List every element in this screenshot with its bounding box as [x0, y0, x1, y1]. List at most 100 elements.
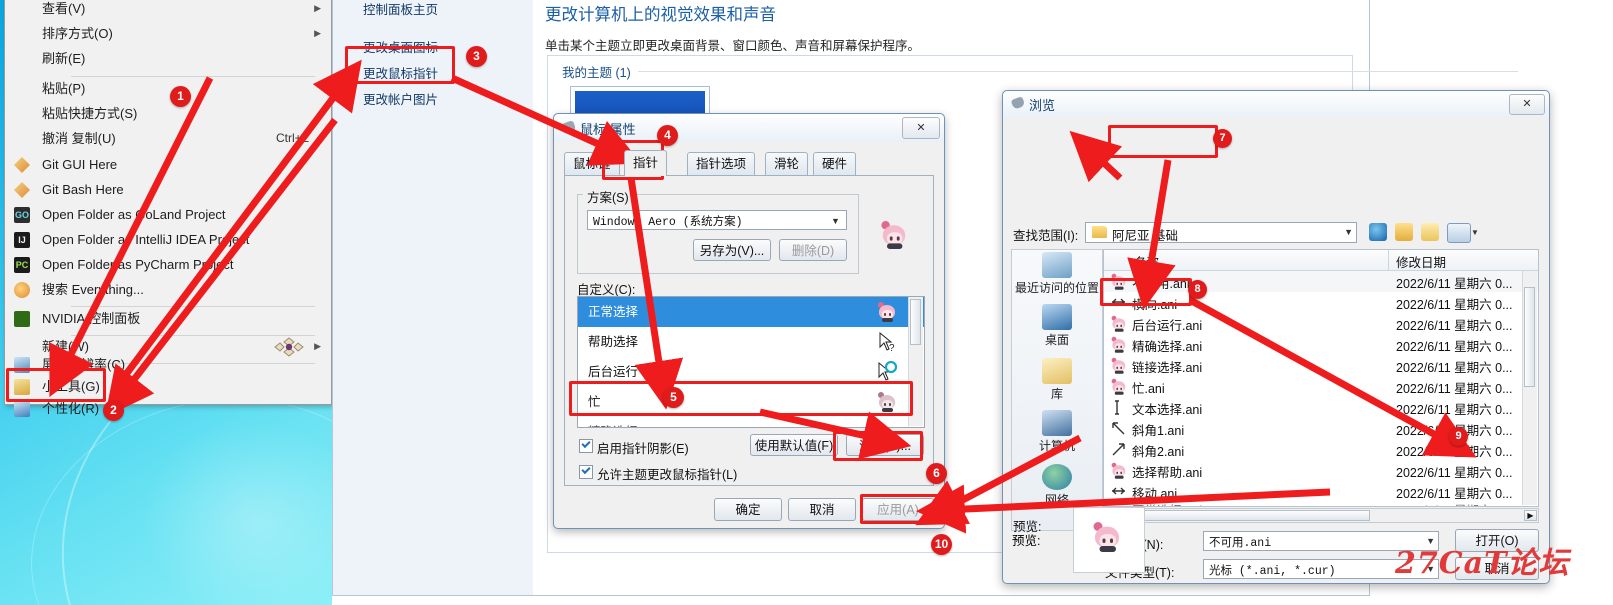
anya-cursor-preview-icon: [1091, 521, 1124, 554]
file-row[interactable]: 斜角2.ani 2022/6/11 星期六 0...: [1104, 439, 1538, 460]
file-row[interactable]: 选择帮助.ani 2022/6/11 星期六 0...: [1104, 460, 1538, 481]
file-date: 2022/6/11 星期六 0...: [1396, 500, 1513, 506]
file-row[interactable]: 链接选择.ani 2022/6/11 星期六 0...: [1104, 355, 1538, 376]
close-icon[interactable]: ✕: [1509, 94, 1545, 115]
highlight-apply-button: [860, 494, 950, 524]
file-row[interactable]: 正常选择.ani 2022/6/11 星期六 0...: [1104, 498, 1538, 506]
menu-item-nvidia-control-panel[interactable]: NVIDIA 控制面板: [5, 306, 331, 331]
views-chevron-down-icon[interactable]: ▼: [1471, 228, 1479, 237]
menu-item-undo-copy[interactable]: 撤消 复制(U) Ctrl+Z: [5, 126, 331, 151]
menu-item-open-pycharm[interactable]: PC Open Folder as PyCharm Project: [5, 252, 331, 277]
highlight-busy-row: [569, 381, 913, 416]
file-date: 2022/6/11 星期六 0...: [1396, 382, 1513, 396]
place-computer[interactable]: 计算机: [1012, 410, 1102, 454]
column-header-name[interactable]: 名称: [1134, 252, 1159, 271]
place-label: 桌面: [1044, 333, 1069, 347]
use-default-button[interactable]: 使用默认值(F): [750, 434, 838, 456]
back-icon[interactable]: [1369, 223, 1387, 241]
menu-item-paste-shortcut[interactable]: 粘贴快捷方式(S): [5, 101, 331, 126]
tab-hardware[interactable]: 硬件: [813, 152, 857, 175]
tab-pointer-options[interactable]: 指针选项: [687, 152, 756, 175]
nvidia-icon: [14, 311, 30, 327]
filename-value: 不可用.ani: [1209, 537, 1272, 550]
file-list-scrollbar[interactable]: [1522, 271, 1537, 505]
cancel-button[interactable]: 取消: [788, 498, 856, 521]
close-icon[interactable]: ✕: [902, 117, 940, 139]
menu-item-label: NVIDIA 控制面板: [42, 311, 141, 326]
filetype-value: 光标 (*.ani, *.cur): [1209, 565, 1336, 578]
menu-item-label: Git GUI Here: [42, 157, 118, 172]
file-name: 斜角2.ani: [1132, 445, 1185, 459]
menu-item-label: 排序方式(O): [42, 26, 113, 41]
preview-box: [1073, 507, 1145, 573]
menu-item-label: 撤消 复制(U): [42, 131, 116, 146]
tab-wheel[interactable]: 滑轮: [765, 152, 809, 175]
search-icon: [14, 282, 30, 298]
file-date: 2022/6/11 星期六 0...: [1396, 277, 1513, 291]
views-icon[interactable]: [1447, 223, 1471, 243]
personalize-icon: [14, 401, 30, 417]
file-list-hscrollbar[interactable]: ◀ ▶: [1103, 508, 1539, 523]
cp-link-home[interactable]: 控制面板主页: [363, 0, 438, 18]
pycharm-icon: PC: [14, 257, 30, 273]
scroll-right-icon[interactable]: ▶: [1524, 510, 1537, 521]
menu-item-search-everything[interactable]: 搜索 Everything...: [5, 277, 331, 302]
scheme-combo[interactable]: Windows Aero (系统方案) ▼: [587, 210, 847, 230]
up-folder-icon[interactable]: [1395, 223, 1413, 241]
file-row[interactable]: 文本选择.ani 2022/6/11 星期六 0...: [1104, 397, 1538, 418]
place-label: 网络: [1044, 493, 1069, 507]
menu-item-sort-by[interactable]: 排序方式(O) ▶: [5, 21, 331, 46]
browse-dialog-title: 浏览: [1029, 98, 1056, 113]
place-desktop[interactable]: 桌面: [1012, 304, 1102, 348]
cursor-row-precision-select[interactable]: 精确选择: [578, 417, 924, 427]
cursor-row-normal-select[interactable]: 正常选择: [578, 297, 924, 327]
file-row[interactable]: 精确选择.ani 2022/6/11 星期六 0...: [1104, 334, 1538, 355]
cursor-row-help-select[interactable]: 帮助选择 ?: [578, 327, 924, 357]
scrollbar-thumb[interactable]: [910, 299, 921, 345]
lookin-combo[interactable]: 阿尼亚 基础 ▼: [1085, 222, 1357, 243]
hscrollbar-thumb[interactable]: [1120, 510, 1370, 521]
intellij-icon: IJ: [14, 232, 30, 248]
menu-item-git-bash-here[interactable]: Git Bash Here: [5, 177, 331, 202]
places-bar: 最近访问的位置 桌面 库 计算机 网络: [1011, 249, 1103, 531]
file-list-header: 名称 修改日期: [1104, 250, 1538, 271]
file-row[interactable]: 斜角1.ani 2022/6/11 星期六 0...: [1104, 418, 1538, 439]
git-icon: [14, 157, 30, 173]
enable-pointer-shadow-checkbox[interactable]: 启用指针阴影(E): [579, 438, 689, 457]
file-name: 精确选择.ani: [1132, 340, 1203, 354]
menu-item-open-goland[interactable]: GO Open Folder as GoLand Project: [5, 202, 331, 227]
place-network[interactable]: 网络: [1012, 464, 1102, 508]
place-recent[interactable]: 最近访问的位置: [1012, 252, 1102, 296]
menu-item-paste[interactable]: 粘贴(P): [5, 76, 331, 101]
tab-pointers[interactable]: 指针: [624, 150, 668, 176]
menu-item-label: Open Folder as GoLand Project: [42, 207, 226, 222]
highlight-lookin: [1108, 125, 1218, 158]
badge-9: 9: [1449, 427, 1468, 446]
menu-item-view[interactable]: 查看(V) ▶: [5, 0, 331, 21]
page-subtitle: 单击某个主题立即更改桌面背景、窗口颜色、声音和屏幕保护程序。: [545, 39, 921, 53]
library-icon: [1042, 358, 1072, 384]
cp-link-change-account-picture[interactable]: 更改帐户图片: [363, 89, 438, 108]
delete-scheme-button: 删除(D): [779, 239, 847, 261]
ok-button[interactable]: 确定: [714, 498, 782, 521]
ani-file-icon: [1110, 378, 1127, 395]
desktop-context-menu: 查看(V) ▶ 排序方式(O) ▶ 刷新(E) 粘贴(P) 粘贴快捷方式(S) …: [4, 0, 332, 417]
badge-5: 5: [663, 387, 684, 408]
file-date: 2022/6/11 星期六 0...: [1396, 466, 1513, 480]
chevron-down-icon: ▼: [1344, 227, 1353, 237]
allow-theme-change-pointer-checkbox[interactable]: 允许主题更改鼠标指针(L): [579, 464, 737, 483]
menu-item-refresh[interactable]: 刷新(E): [5, 46, 331, 71]
place-libraries[interactable]: 库: [1012, 358, 1102, 402]
scrollbar-thumb[interactable]: [1524, 287, 1535, 387]
file-name: 选择帮助.ani: [1132, 466, 1203, 480]
new-folder-icon[interactable]: [1421, 223, 1439, 241]
save-as-button[interactable]: 另存为(V)...: [693, 239, 771, 261]
column-header-date[interactable]: 修改日期: [1396, 252, 1446, 271]
file-row-busy[interactable]: 忙.ani 2022/6/11 星期六 0...: [1104, 376, 1538, 397]
network-icon: [1042, 464, 1072, 490]
place-label: 库: [1050, 387, 1063, 401]
scheme-combo-value: Windows Aero (系统方案): [593, 216, 743, 229]
menu-item-git-gui-here[interactable]: Git GUI Here: [5, 152, 331, 177]
menu-item-open-intellij[interactable]: IJ Open Folder as IntelliJ IDEA Project: [5, 227, 331, 252]
file-row[interactable]: 后台运行.ani 2022/6/11 星期六 0...: [1104, 313, 1538, 334]
